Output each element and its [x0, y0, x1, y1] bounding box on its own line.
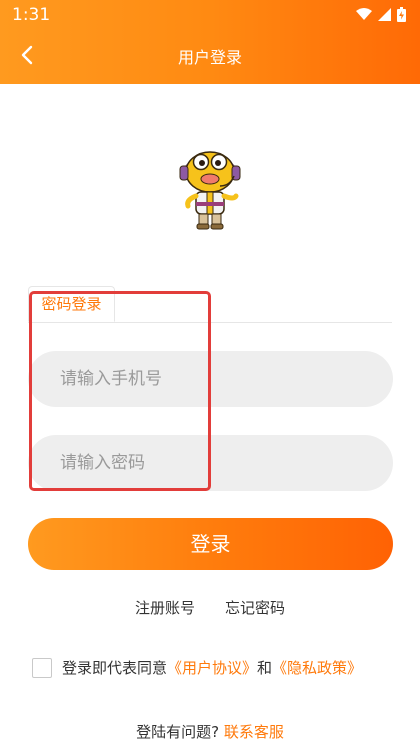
agreement-text: 登录即代表同意 [62, 659, 168, 677]
password-field [28, 435, 393, 491]
agreement-and-text: 和 [257, 659, 273, 677]
status-icons [356, 6, 406, 22]
tab-password-login[interactable]: 密码登录 [28, 286, 115, 322]
login-button[interactable]: 登录 [28, 518, 393, 570]
privacy-policy-link[interactable]: 《隐私政策》 [272, 657, 362, 678]
forgot-password-link[interactable]: 忘记密码 [225, 597, 285, 618]
wifi-icon [356, 7, 372, 20]
page-title: 用户登录 [177, 48, 242, 67]
agreement-row: 登录即代表同意 《用户协议》 和 《隐私政策》 [32, 657, 362, 678]
app-header: 1:31 用户登录 [0, 0, 420, 84]
register-link[interactable]: 注册账号 [135, 597, 195, 618]
battery-icon [397, 6, 406, 22]
contact-support-link[interactable]: 联系客服 [224, 723, 284, 741]
status-time: 1:31 [12, 5, 51, 25]
phone-input[interactable] [58, 368, 393, 390]
help-row: 登陆有问题? 联系客服 [0, 721, 420, 742]
agreement-checkbox[interactable] [32, 657, 52, 678]
user-agreement-link[interactable]: 《用户协议》 [167, 657, 257, 678]
login-tab-bar: 密码登录 [28, 286, 392, 323]
help-question-text: 登陆有问题? [136, 723, 220, 741]
mascot-image [179, 151, 241, 230]
password-input[interactable] [58, 452, 393, 474]
signal-icon [378, 7, 391, 21]
phone-field [28, 351, 393, 407]
